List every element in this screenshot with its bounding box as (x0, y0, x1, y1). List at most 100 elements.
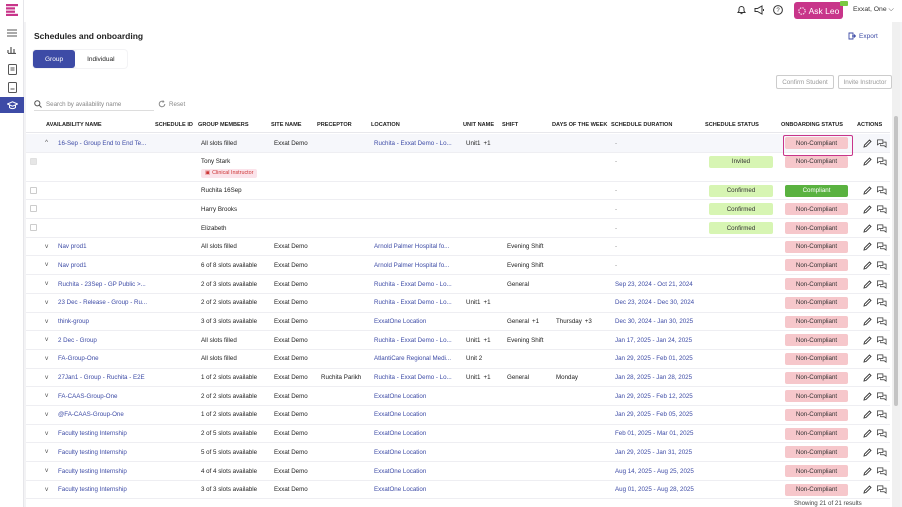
edit-icon[interactable] (862, 354, 872, 364)
edit-icon[interactable] (862, 335, 872, 345)
tab-individual[interactable]: Individual (75, 50, 127, 68)
onboarding-status-badge[interactable]: Non-Compliant (785, 483, 848, 496)
reports-icon[interactable] (4, 42, 20, 56)
chevron-down-icon[interactable]: v (45, 336, 48, 343)
row-checkbox[interactable] (30, 224, 37, 232)
unit-more[interactable]: +1 (483, 374, 490, 381)
comments-icon[interactable] (877, 429, 887, 439)
table-row[interactable]: v 2 Dec - Group All slots filled Exxat Demo… (26, 331, 890, 350)
table-row[interactable]: v think-group 3 of 3 slots available Exxat … (26, 313, 890, 332)
row-checkbox[interactable] (30, 186, 37, 194)
availability-name-link[interactable]: Faculty testing Internship (58, 468, 127, 475)
file-icon[interactable] (4, 80, 20, 94)
chevron-down-icon[interactable]: v (45, 355, 48, 362)
availability-name-link[interactable]: Nav prod1 (58, 243, 87, 250)
availability-name-link[interactable]: FA-CAAS-Group-One (58, 393, 118, 400)
availability-name-link[interactable]: Nav prod1 (58, 262, 87, 269)
chevron-down-icon[interactable]: v (45, 430, 48, 437)
edit-icon[interactable] (862, 317, 872, 327)
location-link[interactable]: ExxatOne Location (374, 318, 426, 325)
chevron-down-icon[interactable]: v (45, 299, 48, 306)
availability-name-link[interactable]: 2 Dec - Group (58, 337, 97, 344)
days-more[interactable]: +3 (585, 318, 592, 325)
tab-group[interactable]: Group (33, 50, 76, 68)
location-link[interactable]: ExxatOne Location (374, 430, 426, 437)
availability-name-link[interactable]: Ruchita - 23Sep - GP Public >... (58, 281, 146, 288)
edit-icon[interactable] (862, 186, 872, 196)
onboarding-status-badge[interactable]: Non-Compliant (785, 334, 848, 347)
onboarding-status-badge[interactable]: Non-Compliant (785, 203, 848, 216)
availability-name-link[interactable]: @FA-CAAS-Group-One (58, 411, 124, 418)
chevron-down-icon[interactable]: v (45, 280, 48, 287)
availability-name-link[interactable]: Faculty testing Internship (58, 449, 127, 456)
row-checkbox[interactable] (30, 205, 37, 213)
table-row[interactable]: v Faculty testing Internship 2 of 5 slots … (26, 425, 890, 444)
location-link[interactable]: ExxatOne Location (374, 411, 426, 418)
edit-icon[interactable] (862, 223, 872, 233)
col-schedule-id[interactable]: SCHEDULE ID (155, 122, 193, 128)
comments-icon[interactable] (877, 410, 887, 420)
confirm-student-button[interactable]: Confirm Student (776, 75, 834, 89)
comments-icon[interactable] (877, 186, 887, 196)
comments-icon[interactable] (877, 242, 887, 252)
comments-icon[interactable] (877, 354, 887, 364)
onboarding-status-badge[interactable]: Non-Compliant (785, 390, 848, 403)
chevron-down-icon[interactable]: v (45, 411, 48, 418)
unit-more[interactable]: +1 (483, 299, 490, 306)
invite-instructor-button[interactable]: Invite Instructor (838, 75, 892, 89)
location-link[interactable]: Arnold Palmer Hospital fo... (374, 243, 449, 250)
col-schedule-duration[interactable]: SCHEDULE DURATION (611, 122, 672, 128)
comments-icon[interactable] (877, 279, 887, 289)
table-row[interactable]: v Faculty testing Internship 3 of 3 slots … (26, 481, 890, 500)
table-row[interactable]: v Faculty testing Internship 5 of 5 slots … (26, 443, 890, 462)
shift-more[interactable]: +1 (532, 318, 539, 325)
table-row[interactable]: v Ruchita - 23Sep - GP Public >... 2 of 3 … (26, 275, 890, 294)
unit-more[interactable]: +1 (483, 337, 490, 344)
chevron-down-icon[interactable]: v (45, 374, 48, 381)
edit-icon[interactable] (862, 447, 872, 457)
table-row[interactable]: v 23 Dec - Release - Group - Ru... 2 of 2 … (26, 294, 890, 313)
onboarding-status-badge[interactable]: Non-Compliant (785, 137, 848, 149)
table-row[interactable]: v Faculty testing Internship 4 of 4 slots … (26, 462, 890, 481)
member-row[interactable]: Tony Stark ▣ Clinical Instructor - Invited No… (26, 153, 890, 182)
row-checkbox[interactable] (30, 157, 37, 165)
availability-name-link[interactable]: Faculty testing Internship (58, 486, 127, 493)
location-link[interactable]: AtlantiCare Regional Medi... (374, 355, 451, 362)
edit-icon[interactable] (862, 298, 872, 308)
comments-icon[interactable] (877, 335, 887, 345)
location-link[interactable]: ExxatOne Location (374, 449, 426, 456)
table-row[interactable]: ^ 16-Sep - Group End to End Te... All slot… (26, 134, 890, 153)
col-site-name[interactable]: SITE NAME (271, 122, 301, 128)
availability-name-link[interactable]: 23 Dec - Release - Group - Ru... (58, 299, 147, 306)
edit-icon[interactable] (862, 138, 872, 148)
chevron-down-icon[interactable]: v (45, 243, 48, 250)
onboarding-status-badge[interactable]: Non-Compliant (785, 278, 848, 291)
location-link[interactable]: Ruchita - Exxat Demo - Lo... (374, 374, 452, 381)
location-link[interactable]: Ruchita - Exxat Demo - Lo... (374, 140, 452, 147)
comments-icon[interactable] (877, 298, 887, 308)
col-availability-name[interactable]: AVAILABILITY NAME (46, 122, 102, 128)
onboarding-status-badge[interactable]: Non-Compliant (785, 446, 848, 459)
comments-icon[interactable] (877, 485, 887, 495)
edit-icon[interactable] (862, 260, 872, 270)
comments-icon[interactable] (877, 138, 887, 148)
onboarding-status-badge[interactable]: Non-Compliant (785, 259, 848, 272)
edit-icon[interactable] (862, 279, 872, 289)
onboarding-status-badge[interactable]: Compliant (785, 184, 848, 197)
table-row[interactable]: v Nav prod1 All slots filled Exxat Demo Arno… (26, 238, 890, 257)
location-link[interactable]: Ruchita - Exxat Demo - Lo... (374, 299, 452, 306)
app-logo[interactable] (6, 4, 18, 16)
chevron-down-icon[interactable]: v (45, 467, 48, 474)
col-onboarding-status[interactable]: ONBOARDING STATUS (781, 122, 843, 128)
edit-icon[interactable] (862, 391, 872, 401)
col-days-of-week[interactable]: DAYS OF THE WEEK (552, 122, 607, 128)
location-link[interactable]: ExxatOne Location (374, 393, 426, 400)
table-row[interactable]: v Nav prod1 6 of 8 slots available Exxat De… (26, 256, 890, 276)
edit-icon[interactable] (862, 485, 872, 495)
comments-icon[interactable] (877, 466, 887, 476)
comments-icon[interactable] (877, 447, 887, 457)
chevron-down-icon[interactable]: v (45, 392, 48, 399)
onboarding-status-badge[interactable]: Non-Compliant (785, 155, 848, 168)
edit-icon[interactable] (862, 157, 872, 167)
comments-icon[interactable] (877, 260, 887, 270)
